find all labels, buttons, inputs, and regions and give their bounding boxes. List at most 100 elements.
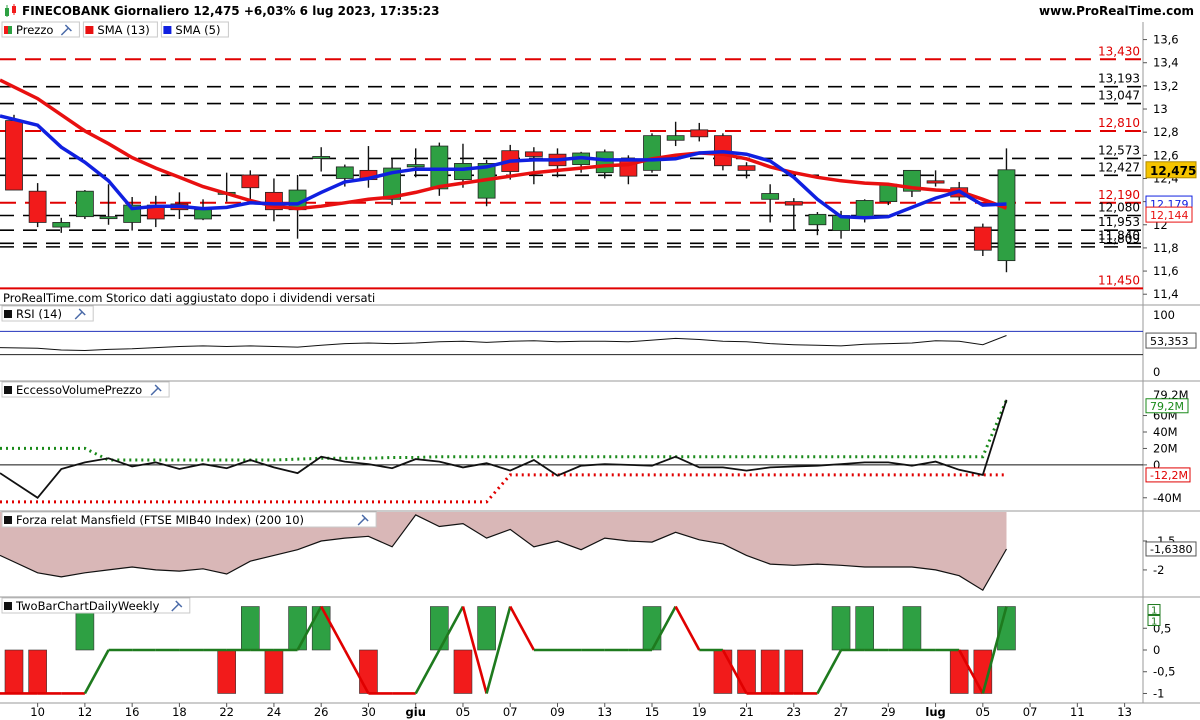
tb-tag: 1 <box>1151 617 1157 628</box>
price-axis-tick-label: 11,6 <box>1153 264 1179 278</box>
ve-up-tag: 79,2M <box>1150 400 1184 413</box>
candle-body <box>997 169 1016 262</box>
legend-swatch-half <box>4 26 8 34</box>
candle-body <box>690 129 709 138</box>
legend-swatch <box>163 26 172 34</box>
chart-canvas: 13,43013,19313,04712,81012,57312,42712,1… <box>0 21 1200 719</box>
mansfield-tag: -1,6380 <box>1150 543 1192 556</box>
candle-body <box>75 190 94 218</box>
level-label: 11,809 <box>1098 232 1140 246</box>
legend-swatch <box>4 602 12 610</box>
rsi-axis-label: 0 <box>1153 365 1160 379</box>
level-label: 12,573 <box>1098 143 1140 157</box>
legend-swatch <box>4 386 12 394</box>
last-price-tag: 12,475 <box>1150 164 1196 178</box>
two-bar <box>949 649 969 694</box>
panel-label-text: SMA (13) <box>97 23 149 37</box>
x-axis-label: 29 <box>881 705 896 719</box>
x-axis-label: 13 <box>1117 705 1132 719</box>
x-axis-label: 13 <box>597 705 612 719</box>
candle-body <box>194 209 212 220</box>
x-axis-label: 05 <box>976 705 991 719</box>
candle-body <box>241 174 260 189</box>
two-bar <box>217 649 236 694</box>
level-label: 13,430 <box>1098 44 1140 58</box>
ve-axis-label: -40M <box>1153 491 1182 505</box>
x-axis-label: giu <box>406 705 426 719</box>
tb-tag: 1 <box>1151 606 1157 617</box>
price-axis-tick-label: 12,6 <box>1153 148 1179 162</box>
two-bar <box>311 606 331 651</box>
candle-body <box>406 164 425 168</box>
candle-body <box>335 166 354 179</box>
candle-body <box>926 180 945 184</box>
legend-swatch <box>85 26 94 34</box>
candle-body <box>52 222 71 228</box>
panel-label-text: RSI (14) <box>16 307 62 321</box>
x-axis-label: 22 <box>219 705 234 719</box>
price-axis-tick-label: 13,2 <box>1153 79 1179 93</box>
candle-body <box>524 151 543 157</box>
candle-body <box>454 163 472 181</box>
two-bar <box>737 649 756 694</box>
candle-body <box>99 216 118 220</box>
level-label: 11,953 <box>1098 215 1140 229</box>
panel-label-text: Forza relat Mansfield (FTSE MIB40 Index)… <box>16 513 304 527</box>
x-axis-label: 12 <box>78 705 93 719</box>
candle-body <box>808 213 827 226</box>
ve-axis-label: 40M <box>1153 425 1178 439</box>
x-axis-label: 15 <box>645 705 660 719</box>
x-axis-label: 23 <box>786 705 801 719</box>
candle-body <box>643 135 661 171</box>
x-axis-label: 09 <box>550 705 565 719</box>
two-bar <box>28 649 47 694</box>
x-axis-label: 21 <box>739 705 754 719</box>
x-axis-label: 27 <box>834 705 849 719</box>
two-bar <box>430 606 449 651</box>
x-axis-label: 11 <box>1070 705 1085 719</box>
x-axis-label: 18 <box>172 705 187 719</box>
candle-body <box>855 200 874 219</box>
candle-body <box>737 165 756 171</box>
x-axis-label: 30 <box>361 705 376 719</box>
x-axis-label: 10 <box>30 705 45 719</box>
panel-label-text: SMA (5) <box>175 23 220 37</box>
two-bar <box>264 649 284 694</box>
level-label: 12,810 <box>1098 116 1140 130</box>
legend-swatch <box>4 310 12 318</box>
sma13-tag: 12,144 <box>1150 209 1189 222</box>
panel-label-text: Prezzo <box>16 23 53 37</box>
level-label: 13,047 <box>1098 89 1140 103</box>
x-axis-label: lug <box>925 705 945 719</box>
price-axis-tick-label: 11,8 <box>1153 241 1179 255</box>
level-label: 13,193 <box>1098 72 1140 86</box>
candle-body <box>5 120 23 191</box>
tb-axis-label: -1 <box>1153 686 1164 700</box>
two-bar <box>760 649 780 694</box>
price-axis-tick-label: 12,8 <box>1153 125 1179 139</box>
x-axis-label: 07 <box>1023 705 1038 719</box>
price-axis-tick-label: 13,4 <box>1153 56 1179 70</box>
two-bar <box>831 606 851 651</box>
two-bar <box>713 649 733 694</box>
mansfield-axis-label: -2 <box>1153 563 1164 577</box>
x-axis-label: 16 <box>125 705 140 719</box>
candle-body <box>761 193 780 200</box>
price-axis-tick-label: 11,4 <box>1153 287 1179 301</box>
two-bar <box>4 649 24 694</box>
candle-body <box>666 135 685 141</box>
two-bar <box>453 649 473 694</box>
candle-body <box>28 190 47 223</box>
rsi-value-tag: 53,353 <box>1150 335 1189 348</box>
x-axis-label: 07 <box>503 705 518 719</box>
candle-body <box>973 226 992 251</box>
candle-body <box>595 151 614 174</box>
panel-label-text: EccessoVolumePrezzo <box>16 383 142 397</box>
two-bar <box>855 606 874 651</box>
ve-axis-label: 20M <box>1153 441 1178 455</box>
x-axis-label: 24 <box>267 705 282 719</box>
candle-body <box>312 156 331 159</box>
candle-body <box>784 201 803 206</box>
two-bar <box>359 649 378 694</box>
rsi-axis-label: 100 <box>1153 308 1175 322</box>
